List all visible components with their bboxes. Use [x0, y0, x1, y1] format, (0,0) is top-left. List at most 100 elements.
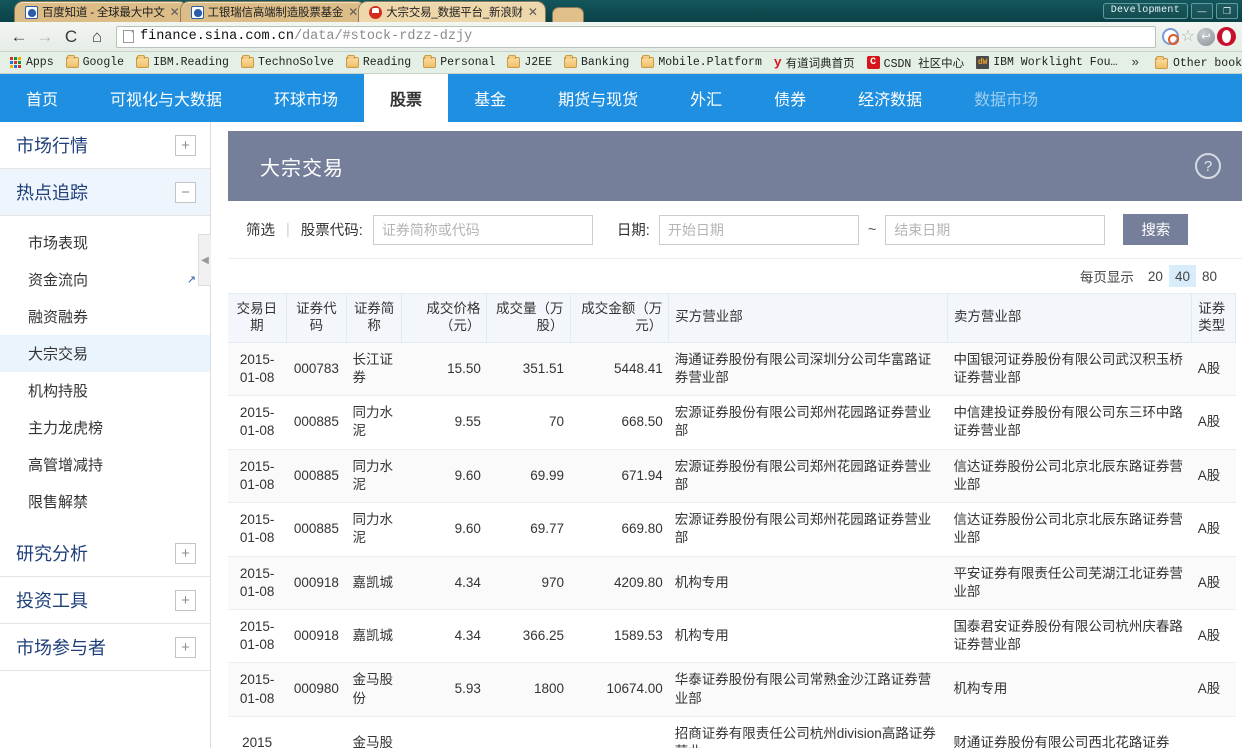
- sidebar-group-research-analysis[interactable]: 研究分析 +: [0, 530, 210, 577]
- end-date-input[interactable]: [885, 215, 1105, 245]
- topnav-item-stocks[interactable]: 股票: [364, 74, 448, 122]
- bookmark-ibm-worklight[interactable]: dW IBM Worklight Fou…: [970, 53, 1123, 73]
- search-button[interactable]: 搜索: [1123, 214, 1188, 245]
- col-header-amount[interactable]: 成交金额（万元）: [570, 294, 669, 343]
- sidebar-item-label: 资金流向: [28, 269, 88, 290]
- table-row[interactable]: 2015-01-08 000918 嘉凯城 4.34 366.25 1589.5…: [228, 609, 1236, 662]
- cell-price: 15.50: [402, 342, 487, 395]
- extension-icon[interactable]: [1197, 28, 1215, 46]
- topnav-item-futures[interactable]: 期货与现货: [532, 74, 664, 122]
- cell-security-name: 同力水泥: [347, 503, 402, 556]
- browser-tab-active[interactable]: 大宗交易_数据平台_新浪财 ✕: [358, 1, 546, 22]
- start-date-input[interactable]: [659, 215, 859, 245]
- topnav-item-home[interactable]: 首页: [0, 74, 84, 122]
- col-header-trade-date[interactable]: 交易日期: [228, 294, 286, 343]
- sidebar-item-executive-holdings[interactable]: 高管增减持: [0, 446, 210, 483]
- bookmark-banking[interactable]: Banking: [558, 53, 635, 73]
- sidebar-group-market-quotes[interactable]: 市场行情 +: [0, 122, 210, 169]
- stock-code-input[interactable]: [373, 215, 593, 245]
- plus-icon[interactable]: +: [175, 637, 196, 658]
- restore-button[interactable]: ❐: [1216, 3, 1238, 19]
- col-header-buyer-branch[interactable]: 买方营业部: [669, 294, 948, 343]
- folder-icon: [241, 57, 254, 68]
- minus-icon[interactable]: −: [175, 182, 196, 203]
- sidebar-group-hot-tracking[interactable]: 热点追踪 −: [0, 169, 210, 216]
- bookmark-ibm-reading[interactable]: IBM.Reading: [130, 53, 235, 73]
- per-page-label: 每页显示: [1080, 266, 1134, 286]
- col-header-price[interactable]: 成交价格（元）: [402, 294, 487, 343]
- topnav-item-bonds[interactable]: 债券: [748, 74, 832, 122]
- sidebar-group-label: 投资工具: [16, 587, 88, 613]
- folder-icon: [564, 57, 577, 68]
- topnav-item-funds[interactable]: 基金: [448, 74, 532, 122]
- bookmark-reading[interactable]: Reading: [340, 53, 417, 73]
- topnav-item-data-market[interactable]: 数据市场: [948, 74, 1064, 122]
- col-header-security-name[interactable]: 证券简称: [347, 294, 402, 343]
- table-row[interactable]: 2015-01-08 000885 同力水泥 9.60 69.99 671.94…: [228, 449, 1236, 502]
- plus-icon[interactable]: +: [175, 543, 196, 564]
- sidebar-item-institutional-holdings[interactable]: 机构持股: [0, 372, 210, 409]
- opera-extension-icon[interactable]: [1217, 27, 1236, 46]
- browser-tab[interactable]: 百度知道 - 全球最大中文 ✕: [14, 1, 188, 22]
- bookmark-star-icon[interactable]: ☆: [1181, 29, 1195, 45]
- tab-title: 工银瑞信高端制造股票基金: [208, 4, 344, 20]
- sidebar-item-block-trade[interactable]: 大宗交易: [0, 335, 210, 372]
- topnav-item-economic-data[interactable]: 经济数据: [832, 74, 948, 122]
- sidebar-collapse-handle[interactable]: ◀: [198, 234, 211, 286]
- development-profile-button[interactable]: Development: [1103, 3, 1188, 19]
- bookmark-google[interactable]: Google: [60, 53, 130, 73]
- table-row[interactable]: 2015-01-08 000783 长江证券 15.50 351.51 5448…: [228, 342, 1236, 395]
- table-row[interactable]: 2015-01-08 000980 金马股份 5.93 1800 10674.0…: [228, 663, 1236, 716]
- back-icon[interactable]: ←: [6, 24, 32, 50]
- sidebar-item-lockup-expiry[interactable]: 限售解禁: [0, 483, 210, 520]
- table-row[interactable]: 2015-01-08 000918 嘉凯城 4.34 970 4209.80 机…: [228, 556, 1236, 609]
- address-bar[interactable]: finance.sina.com.cn /data/#stock-rdzz-dz…: [116, 26, 1156, 48]
- topnav-item-bigdata[interactable]: 可视化与大数据: [84, 74, 248, 122]
- bookmarks-overflow-icon[interactable]: »: [1123, 55, 1147, 70]
- table-row[interactable]: 2015-01-08 000885 同力水泥 9.55 70 668.50 宏源…: [228, 396, 1236, 449]
- bookmark-personal[interactable]: Personal: [417, 53, 501, 73]
- search-icon[interactable]: [1162, 28, 1179, 45]
- other-bookmarks-folder[interactable]: Other book: [1149, 52, 1242, 74]
- sidebar-item-dragon-tiger-list[interactable]: 主力龙虎榜: [0, 409, 210, 446]
- bookmark-apps[interactable]: Apps: [4, 53, 60, 73]
- reload-icon[interactable]: C: [58, 24, 84, 50]
- per-page-option-40[interactable]: 40: [1169, 265, 1196, 287]
- cell-price: [402, 716, 487, 748]
- per-page-option-80[interactable]: 80: [1196, 265, 1223, 287]
- table-row[interactable]: 2015 金马股 招商证券有限责任公司杭州division高路证券营业 财通证券…: [228, 716, 1236, 748]
- cell-security-code: 000918: [286, 556, 346, 609]
- browser-titlebar: 百度知道 - 全球最大中文 ✕ 工银瑞信高端制造股票基金 ✕ 大宗交易_数据平台…: [0, 0, 1242, 22]
- cell-price: 4.34: [402, 609, 487, 662]
- plus-icon[interactable]: +: [175, 590, 196, 611]
- home-icon[interactable]: ⌂: [84, 24, 110, 50]
- sidebar-item-margin-trading[interactable]: 融资融券: [0, 298, 210, 335]
- bookmark-technosolve[interactable]: TechnoSolve: [235, 53, 340, 73]
- browser-tab[interactable]: 工银瑞信高端制造股票基金 ✕: [180, 1, 367, 22]
- close-icon[interactable]: ✕: [527, 6, 539, 18]
- sidebar-item-capital-flow[interactable]: 资金流向 ↗: [0, 261, 210, 298]
- plus-icon[interactable]: +: [175, 135, 196, 156]
- sidebar-group-label: 市场行情: [16, 132, 88, 158]
- left-sidebar: 市场行情 + 热点追踪 − 市场表现 资金流向 ↗ 融资融券 大宗: [0, 122, 211, 748]
- help-icon[interactable]: ?: [1195, 153, 1221, 179]
- bookmark-j2ee[interactable]: J2EE: [501, 53, 558, 73]
- col-header-seller-branch[interactable]: 卖方营业部: [947, 294, 1191, 343]
- table-row[interactable]: 2015-01-08 000885 同力水泥 9.60 69.77 669.80…: [228, 503, 1236, 556]
- minimize-button[interactable]: —: [1191, 3, 1213, 19]
- bookmark-csdn[interactable]: C CSDN 社区中心: [861, 53, 971, 73]
- col-header-security-type[interactable]: 证券类型: [1192, 294, 1236, 343]
- per-page-option-20[interactable]: 20: [1142, 265, 1169, 287]
- bookmark-mobile-platform[interactable]: Mobile.Platform: [635, 53, 768, 73]
- sidebar-item-market-performance[interactable]: 市场表现: [0, 224, 210, 261]
- new-tab-button[interactable]: [552, 7, 584, 22]
- cell-volume: 69.99: [487, 449, 570, 502]
- bookmark-youdao[interactable]: y 有道词典首页: [768, 53, 861, 73]
- sidebar-group-investment-tools[interactable]: 投资工具 +: [0, 577, 210, 624]
- topnav-item-forex[interactable]: 外汇: [664, 74, 748, 122]
- col-header-volume[interactable]: 成交量（万股）: [487, 294, 570, 343]
- forward-icon[interactable]: →: [32, 24, 58, 50]
- sidebar-group-market-participants[interactable]: 市场参与者 +: [0, 624, 210, 671]
- topnav-item-global-market[interactable]: 环球市场: [248, 74, 364, 122]
- col-header-security-code[interactable]: 证券代码: [286, 294, 346, 343]
